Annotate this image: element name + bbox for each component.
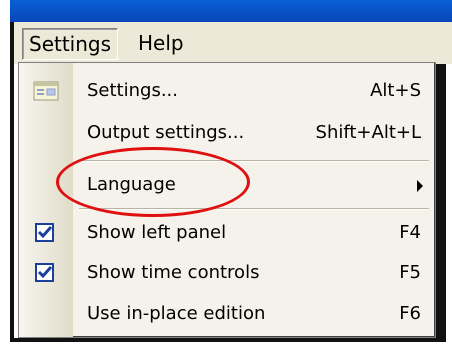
menu-settings[interactable]: Settings bbox=[22, 28, 119, 60]
menu-help[interactable]: Help bbox=[132, 28, 190, 58]
settings-window-icon bbox=[33, 79, 59, 103]
menu-item-show-time-controls-label: Show time controls bbox=[87, 262, 260, 283]
window-left-edge bbox=[10, 22, 14, 340]
checkmark-icon bbox=[33, 221, 59, 245]
menu-item-show-left-panel-label: Show left panel bbox=[87, 222, 227, 243]
menu-item-use-in-place-edition-label: Use in-place edition bbox=[87, 303, 266, 324]
menu-item-use-in-place-edition[interactable]: Use in-place edition F6 bbox=[19, 296, 435, 332]
menu-item-settings[interactable]: Settings... Alt+S bbox=[19, 73, 435, 109]
submenu-arrow-icon bbox=[417, 180, 423, 192]
menu-item-settings-shortcut: Alt+S bbox=[370, 80, 421, 101]
window-bottom-edge bbox=[10, 338, 446, 342]
checkmark-icon bbox=[33, 261, 59, 285]
screenshot-stage: Settings Help Settings... Alt+S Output s… bbox=[0, 0, 452, 349]
highlight-annotation-ellipse bbox=[56, 147, 250, 217]
menu-item-output-settings[interactable]: Output settings... Shift+Alt+L bbox=[19, 115, 435, 151]
window-right-edge bbox=[436, 64, 446, 340]
menu-help-label: Help bbox=[138, 31, 184, 55]
menu-item-use-in-place-edition-shortcut: F6 bbox=[399, 303, 421, 324]
menu-item-show-time-controls[interactable]: Show time controls F5 bbox=[19, 255, 435, 291]
menu-item-show-left-panel[interactable]: Show left panel F4 bbox=[19, 215, 435, 251]
menu-item-show-time-controls-shortcut: F5 bbox=[399, 262, 421, 283]
menu-item-output-settings-label: Output settings... bbox=[87, 122, 245, 143]
window-title-bar bbox=[10, 0, 452, 22]
menu-item-settings-label: Settings... bbox=[87, 80, 178, 101]
menu-item-show-left-panel-shortcut: F4 bbox=[399, 222, 421, 243]
menu-settings-label: Settings bbox=[29, 32, 112, 56]
menu-item-output-settings-shortcut: Shift+Alt+L bbox=[315, 122, 421, 143]
menu-bar: Settings Help bbox=[14, 22, 452, 64]
